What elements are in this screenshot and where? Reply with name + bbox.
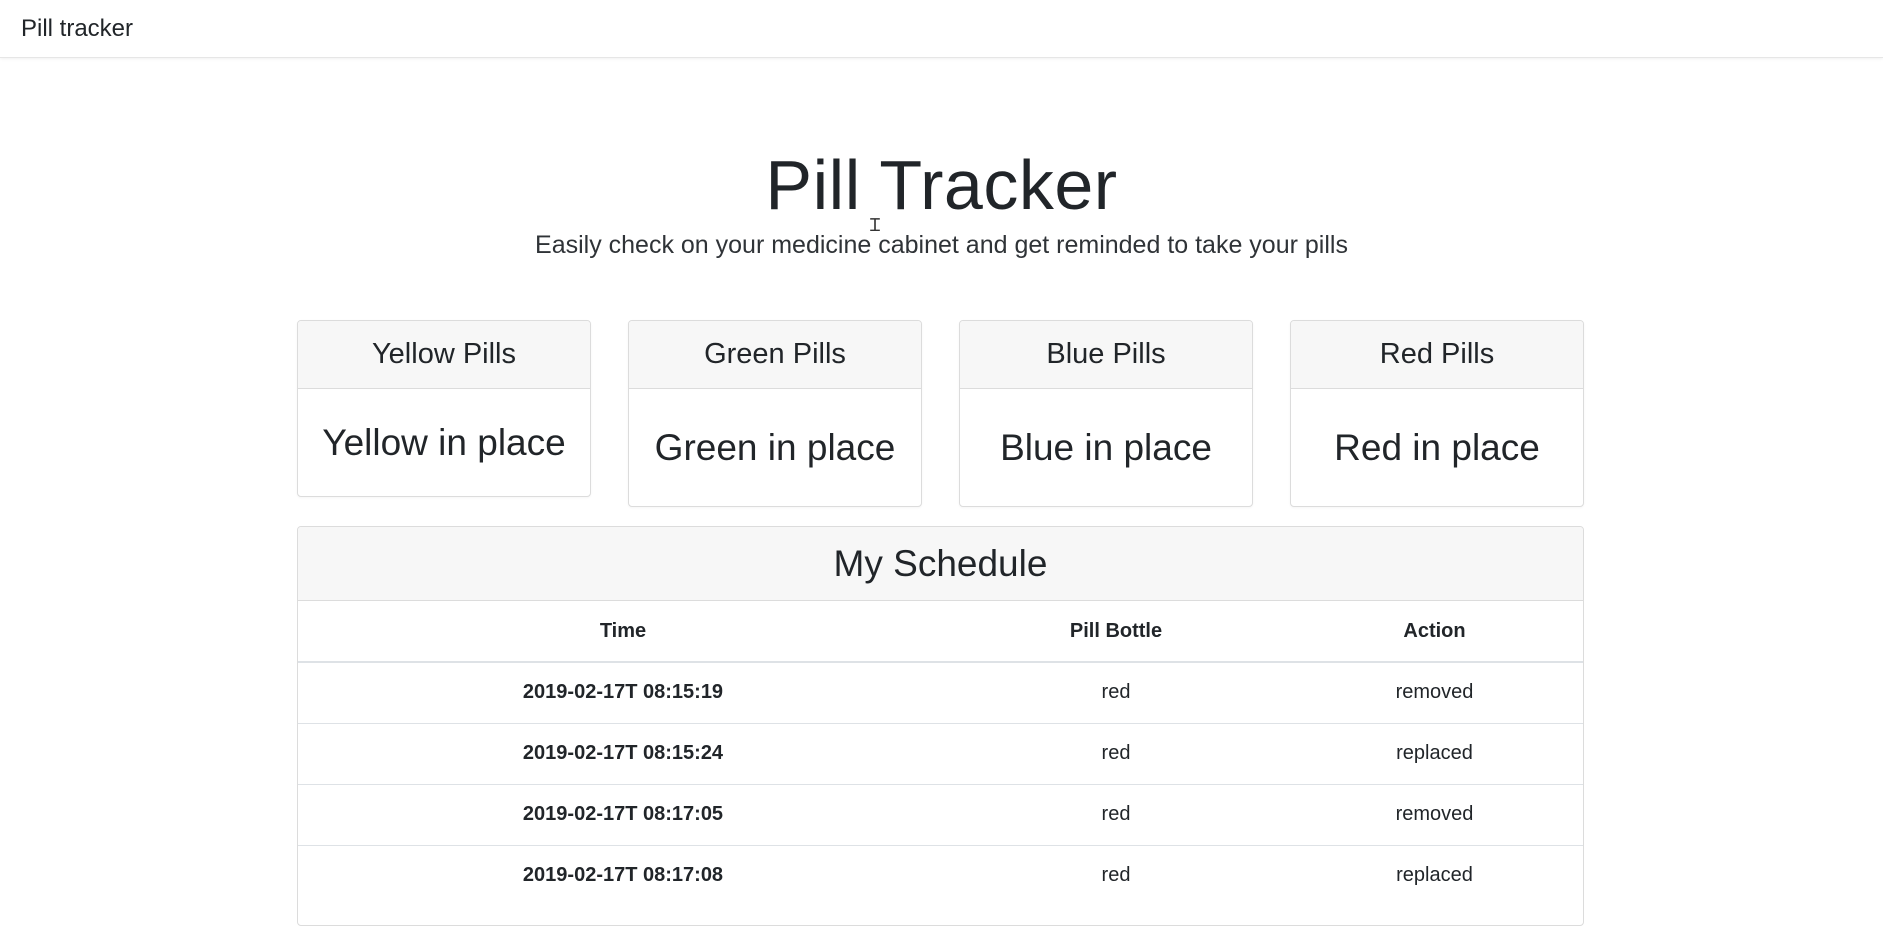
navbar-brand[interactable]: Pill tracker xyxy=(21,15,133,43)
card-title: Yellow Pills xyxy=(298,321,590,389)
cell-pill-bottle: red xyxy=(948,783,1284,845)
table-row: 2019-02-17T 08:17:05 red removed xyxy=(298,783,1583,845)
card-status: Green in place xyxy=(654,426,896,468)
column-header-pill-bottle: Pill Bottle xyxy=(948,601,1284,663)
page-title: Pill Tracker xyxy=(765,146,1118,224)
table-row: 2019-02-17T 08:15:24 red replaced xyxy=(298,722,1583,784)
card-title: Blue Pills xyxy=(960,321,1252,389)
cell-action: replaced xyxy=(1284,844,1583,906)
card-title: Red Pills xyxy=(1291,321,1583,389)
card-red-pills: Red Pills Red in place xyxy=(1290,320,1584,507)
cell-pill-bottle: red xyxy=(948,844,1284,906)
card-green-pills: Green Pills Green in place xyxy=(628,320,922,507)
card-yellow-pills: Yellow Pills Yellow in place xyxy=(297,320,591,497)
cell-time: 2019-02-17T 08:17:08 xyxy=(298,844,948,906)
card-status: Red in place xyxy=(1334,426,1540,468)
card-status: Yellow in place xyxy=(322,421,566,463)
cell-pill-bottle: red xyxy=(948,661,1284,723)
cell-time: 2019-02-17T 08:17:05 xyxy=(298,783,948,845)
card-status: Blue in place xyxy=(1000,426,1212,468)
table-row: 2019-02-17T 08:15:19 red removed xyxy=(298,661,1583,723)
schedule-table: Time Pill Bottle Action 2019-02-17T 08:1… xyxy=(298,601,1583,906)
schedule-title: My Schedule xyxy=(298,527,1583,601)
page-subtitle: Easily check on your medicine cabinet an… xyxy=(535,231,1348,259)
column-header-action: Action xyxy=(1284,601,1583,663)
column-header-time: Time xyxy=(298,601,948,663)
card-title: Green Pills xyxy=(629,321,921,389)
schedule-card: My Schedule Time Pill Bottle Action 2019… xyxy=(297,526,1584,926)
cell-pill-bottle: red xyxy=(948,722,1284,784)
pill-cards: Yellow Pills Yellow in place Green Pills… xyxy=(297,320,1584,507)
hero: Pill Tracker Easily check on your medici… xyxy=(0,140,1883,260)
navbar: Pill tracker xyxy=(0,0,1883,58)
cell-action: replaced xyxy=(1284,722,1583,784)
cell-time: 2019-02-17T 08:15:24 xyxy=(298,722,948,784)
table-header-row: Time Pill Bottle Action xyxy=(298,601,1583,663)
table-row: 2019-02-17T 08:17:08 red replaced xyxy=(298,844,1583,906)
card-blue-pills: Blue Pills Blue in place xyxy=(959,320,1253,507)
cell-action: removed xyxy=(1284,661,1583,723)
cell-time: 2019-02-17T 08:15:19 xyxy=(298,661,948,723)
text-cursor-icon: Ɪ xyxy=(870,215,881,236)
cell-action: removed xyxy=(1284,783,1583,845)
